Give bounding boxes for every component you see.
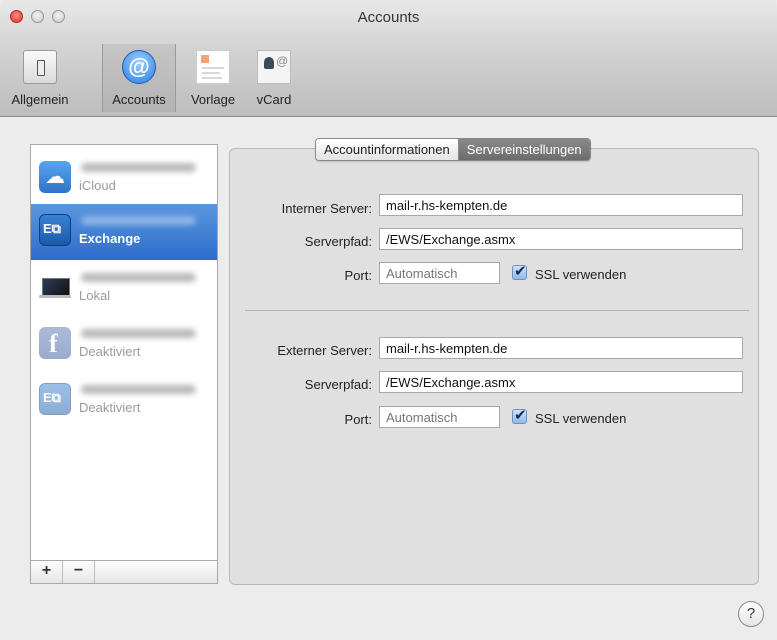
- template-icon: [196, 50, 230, 84]
- tab-server-settings[interactable]: Servereinstellungen: [458, 139, 590, 160]
- account-name-blurred: [81, 216, 196, 225]
- external-path-field[interactable]: [379, 371, 743, 393]
- internal-path-label: Serverpfad:: [304, 234, 372, 249]
- internal-server-field[interactable]: [379, 194, 743, 216]
- account-subtitle: Lokal: [79, 288, 111, 303]
- checkmark-icon: ✔: [514, 407, 527, 424]
- tab-bar: Accountinformationen Servereinstellungen: [315, 138, 591, 161]
- exchange-icon: E⧉: [39, 383, 71, 415]
- internal-ssl-label: SSL verwenden: [535, 267, 627, 282]
- account-name-blurred: [81, 385, 196, 394]
- toolbar-item-vcard[interactable]: @ vCard: [247, 44, 301, 112]
- toolbar-label: vCard: [256, 92, 292, 107]
- account-subtitle: Deaktiviert: [79, 344, 141, 359]
- icloud-icon: [39, 161, 71, 193]
- external-ssl-label: SSL verwenden: [535, 411, 627, 426]
- general-icon: [23, 50, 57, 84]
- remove-account-button[interactable]: −: [63, 561, 95, 583]
- section-divider: [245, 310, 749, 311]
- toolbar-item-accounts[interactable]: @ Accounts: [102, 44, 176, 112]
- external-server-field[interactable]: [379, 337, 743, 359]
- toolbar-label: Allgemein: [11, 92, 69, 107]
- internal-port-label: Port:: [344, 268, 372, 283]
- internal-ssl-checkbox[interactable]: ✔: [512, 263, 527, 280]
- internal-port-field[interactable]: [379, 262, 500, 284]
- external-server-label: Externer Server:: [277, 343, 372, 358]
- external-port-label: Port:: [344, 412, 372, 427]
- external-ssl-checkbox[interactable]: ✔: [512, 407, 527, 424]
- account-item-local[interactable]: Lokal: [31, 261, 217, 317]
- at-sign-icon: @: [122, 50, 156, 84]
- account-item-exchange[interactable]: E⧉ Exchange: [31, 204, 217, 260]
- account-list-footer: + −: [31, 560, 217, 583]
- account-subtitle: Deaktiviert: [79, 400, 141, 415]
- account-name-blurred: [81, 273, 196, 282]
- account-subtitle: Exchange: [79, 231, 141, 246]
- internal-server-label: Interner Server:: [281, 201, 372, 216]
- toolbar-label: Accounts: [112, 92, 166, 107]
- window-toolbar: Accounts Allgemein @ Accounts Vorlage @ …: [0, 0, 777, 117]
- vcard-icon: @: [257, 50, 291, 84]
- tab-account-information[interactable]: Accountinformationen: [316, 139, 459, 160]
- external-port-field[interactable]: [379, 406, 500, 428]
- account-name-blurred: [81, 163, 196, 172]
- laptop-icon: [39, 271, 71, 303]
- account-list: iCloud E⧉ Exchange Lokal f Deaktiviert E…: [30, 144, 218, 584]
- toolbar-item-template[interactable]: Vorlage: [181, 44, 245, 112]
- external-path-label: Serverpfad:: [304, 377, 372, 392]
- account-item-icloud[interactable]: iCloud: [31, 151, 217, 207]
- account-item-exchange-disabled[interactable]: E⧉ Deaktiviert: [31, 373, 217, 429]
- checkmark-icon: ✔: [514, 263, 527, 280]
- toolbar-label: Vorlage: [190, 92, 236, 107]
- toolbar-item-general[interactable]: Allgemein: [2, 44, 78, 112]
- internal-path-field[interactable]: [379, 228, 743, 250]
- help-button[interactable]: ?: [738, 601, 764, 627]
- account-subtitle: iCloud: [79, 178, 116, 193]
- exchange-icon: E⧉: [39, 214, 71, 246]
- add-account-button[interactable]: +: [31, 561, 63, 583]
- facebook-icon: f: [39, 327, 71, 359]
- account-name-blurred: [81, 329, 196, 338]
- window-title: Accounts: [357, 9, 420, 26]
- account-item-facebook[interactable]: f Deaktiviert: [31, 317, 217, 373]
